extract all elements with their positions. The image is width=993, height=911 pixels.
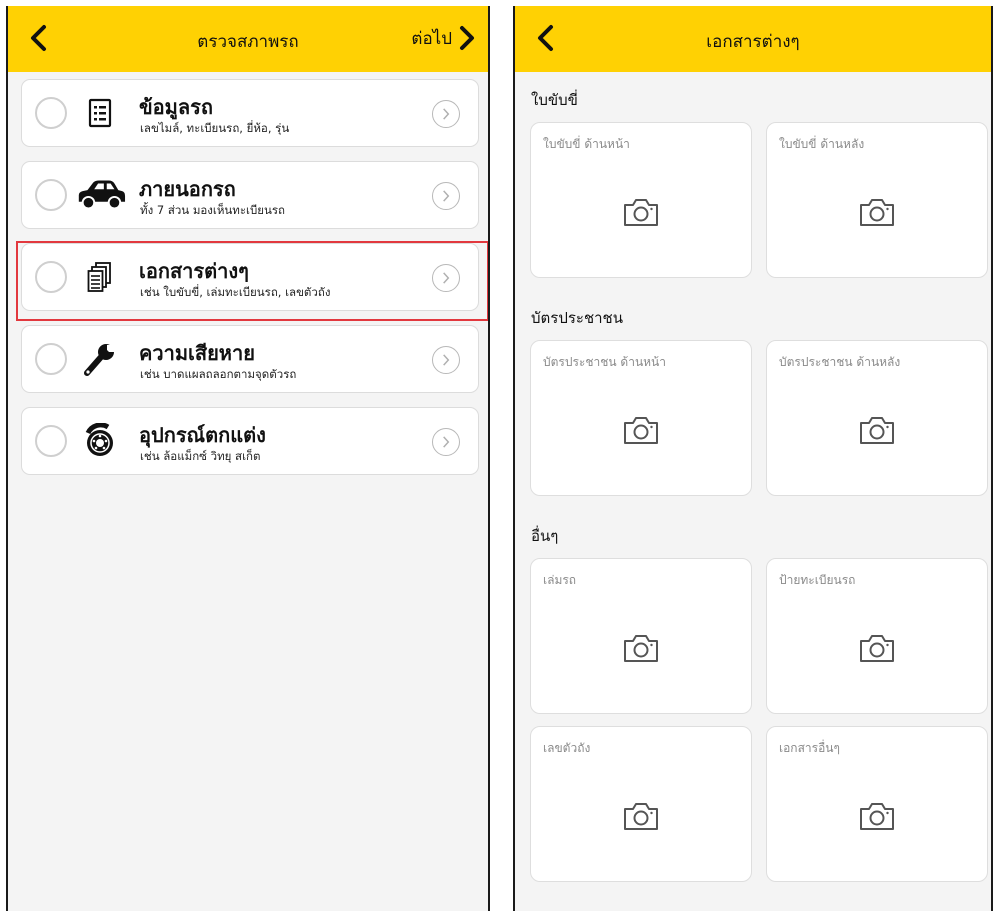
photo-card[interactable]: ใบขับขี่ ด้านหลัง bbox=[766, 122, 988, 278]
chevron-circle-icon[interactable] bbox=[432, 100, 460, 128]
camera-icon bbox=[624, 199, 658, 226]
camera-icon bbox=[624, 417, 658, 444]
photo-card[interactable]: เลขตัวถัง bbox=[530, 726, 752, 882]
header-bar: เอกสารต่างๆ bbox=[515, 6, 991, 72]
radio-button[interactable] bbox=[35, 97, 67, 129]
camera-icon bbox=[624, 803, 658, 830]
item-subtitle: เช่น บาดแผลถลอกตามจุดตัวรถ bbox=[140, 367, 297, 381]
next-label: ต่อไป bbox=[411, 28, 452, 49]
photo-card[interactable]: เล่มรถ bbox=[530, 558, 752, 714]
radio-button[interactable] bbox=[35, 179, 67, 211]
card-label: บัตรประชาชน ด้านหลัง bbox=[779, 355, 901, 369]
photo-card[interactable]: บัตรประชาชน ด้านหน้า bbox=[530, 340, 752, 496]
photo-card[interactable]: ใบขับขี่ ด้านหน้า bbox=[530, 122, 752, 278]
wrench-icon bbox=[74, 337, 126, 381]
car-icon bbox=[74, 173, 126, 217]
brake-disc-icon bbox=[74, 419, 126, 463]
camera-icon bbox=[860, 417, 894, 444]
card-label: บัตรประชาชน ด้านหน้า bbox=[543, 355, 666, 369]
radio-button[interactable] bbox=[35, 425, 67, 457]
item-title: ภายนอกรถ bbox=[139, 177, 236, 201]
section-title: บัตรประชาชน bbox=[531, 309, 623, 327]
card-label: เลขตัวถัง bbox=[543, 741, 591, 755]
chevron-right-icon bbox=[460, 26, 474, 50]
item-title: เอกสารต่างๆ bbox=[139, 259, 249, 283]
page-title: เอกสารต่างๆ bbox=[706, 32, 800, 52]
chevron-circle-icon[interactable] bbox=[432, 428, 460, 456]
menu-item-car-info[interactable]: ข้อมูลรถ เลขไมล์, ทะเบียนรถ, ยี่ห้อ, รุ่… bbox=[21, 79, 479, 147]
photo-card[interactable]: บัตรประชาชน ด้านหลัง bbox=[766, 340, 988, 496]
item-subtitle: เช่น ล้อแม็กซ์ วิทยุ สเก็ต bbox=[140, 449, 261, 463]
section-title: ใบขับขี่ bbox=[531, 91, 578, 109]
camera-icon bbox=[624, 635, 658, 662]
item-subtitle: ทั้ง 7 ส่วน มองเห็นทะเบียนรถ bbox=[140, 203, 286, 217]
documents-screen: เอกสารต่างๆ ใบขับขี่ ใบขับขี่ ด้านหน้า ใ… bbox=[513, 6, 993, 911]
camera-icon bbox=[860, 635, 894, 662]
camera-icon bbox=[860, 199, 894, 226]
photo-card[interactable]: ป้ายทะเบียนรถ bbox=[766, 558, 988, 714]
radio-button[interactable] bbox=[35, 261, 67, 293]
item-title: อุปกรณ์ตกแต่ง bbox=[139, 423, 266, 447]
chevron-circle-icon[interactable] bbox=[432, 346, 460, 374]
photo-card[interactable]: เอกสารอื่นๆ bbox=[766, 726, 988, 882]
documents-icon bbox=[74, 255, 126, 299]
chevron-circle-icon[interactable] bbox=[432, 182, 460, 210]
camera-icon bbox=[860, 803, 894, 830]
inspection-screen: ตรวจสภาพรถ ต่อไป ข้อมูลรถ เลขไมล์, ทะเบี… bbox=[6, 6, 490, 911]
chevron-circle-icon[interactable] bbox=[432, 264, 460, 292]
header-bar: ตรวจสภาพรถ ต่อไป bbox=[8, 6, 488, 72]
card-label: ใบขับขี่ ด้านหน้า bbox=[543, 137, 630, 151]
menu-item-documents[interactable]: เอกสารต่างๆ เช่น ใบขับขี่, เล่มทะเบียนรถ… bbox=[21, 243, 479, 311]
menu-item-exterior[interactable]: ภายนอกรถ ทั้ง 7 ส่วน มองเห็นทะเบียนรถ bbox=[21, 161, 479, 229]
item-title: ข้อมูลรถ bbox=[139, 95, 213, 119]
card-label: เอกสารอื่นๆ bbox=[779, 741, 840, 755]
card-label: ใบขับขี่ ด้านหลัง bbox=[779, 137, 865, 151]
card-label: ป้ายทะเบียนรถ bbox=[779, 573, 856, 587]
item-title: ความเสียหาย bbox=[139, 341, 255, 365]
section-title: อื่นๆ bbox=[531, 527, 559, 545]
next-button[interactable]: ต่อไป bbox=[411, 20, 476, 56]
radio-button[interactable] bbox=[35, 343, 67, 375]
menu-item-damage[interactable]: ความเสียหาย เช่น บาดแผลถลอกตามจุดตัวรถ bbox=[21, 325, 479, 393]
item-subtitle: เลขไมล์, ทะเบียนรถ, ยี่ห้อ, รุ่น bbox=[140, 121, 290, 135]
list-document-icon bbox=[74, 91, 126, 135]
card-label: เล่มรถ bbox=[543, 573, 577, 587]
item-subtitle: เช่น ใบขับขี่, เล่มทะเบียนรถ, เลขตัวถัง bbox=[140, 285, 331, 299]
menu-item-accessories[interactable]: อุปกรณ์ตกแต่ง เช่น ล้อแม็กซ์ วิทยุ สเก็ต bbox=[21, 407, 479, 475]
